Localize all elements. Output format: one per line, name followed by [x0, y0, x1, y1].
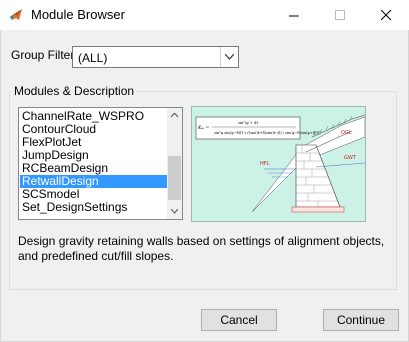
gwt-label: GWT [344, 155, 357, 161]
module-description: Design gravity retaining walls based on … [18, 234, 385, 263]
chevron-down-icon[interactable] [220, 47, 238, 67]
title-bar: Module Browser [0, 0, 409, 30]
continue-button[interactable]: Continue [323, 309, 399, 331]
list-scrollbar[interactable] [167, 108, 182, 219]
module-preview-image: Kₐ = sin²(ψ + Φ) sin²ψ sin(ψ−δ)[1+√(sin(… [191, 106, 366, 222]
group-filter-dropdown[interactable]: (ALL) [72, 46, 239, 68]
cancel-button[interactable]: Cancel [201, 309, 277, 331]
window-title: Module Browser [31, 7, 125, 22]
modules-list[interactable]: ChannelRate_WSPRO ContourCloud FlexPlotJ… [18, 107, 183, 220]
maximize-button[interactable] [317, 0, 363, 30]
close-button[interactable] [363, 0, 409, 30]
matlab-app-icon [10, 9, 22, 20]
scroll-thumb[interactable] [168, 156, 181, 200]
modules-section-title: Modules & Description [12, 84, 137, 98]
minimize-icon [288, 15, 299, 16]
group-filter-label: Group Filter [11, 48, 75, 62]
group-filter-value: (ALL) [78, 51, 108, 65]
svg-text:Kₐ =: Kₐ = [198, 125, 209, 131]
svg-text:sin²(ψ + Φ): sin²(ψ + Φ) [238, 121, 259, 125]
ogl-label: OGL [341, 130, 352, 136]
close-icon [380, 9, 391, 20]
list-item[interactable]: Set_DesignSettings [20, 201, 169, 214]
hfl-label: HFL [260, 161, 270, 167]
svg-text:sin²ψ sin(ψ−δ)[1+√(sin(Φ+δ)sin: sin²ψ sin(ψ−δ)[1+√(sin(Φ+δ)sin(Φ−β) / si… [214, 131, 321, 135]
maximize-icon [334, 9, 345, 20]
scroll-down-icon[interactable] [167, 204, 182, 219]
minimize-button[interactable] [271, 0, 317, 30]
retaining-wall-diagram: Kₐ = sin²(ψ + Φ) sin²ψ sin(ψ−δ)[1+√(sin(… [195, 114, 366, 213]
scroll-up-icon[interactable] [167, 108, 182, 123]
